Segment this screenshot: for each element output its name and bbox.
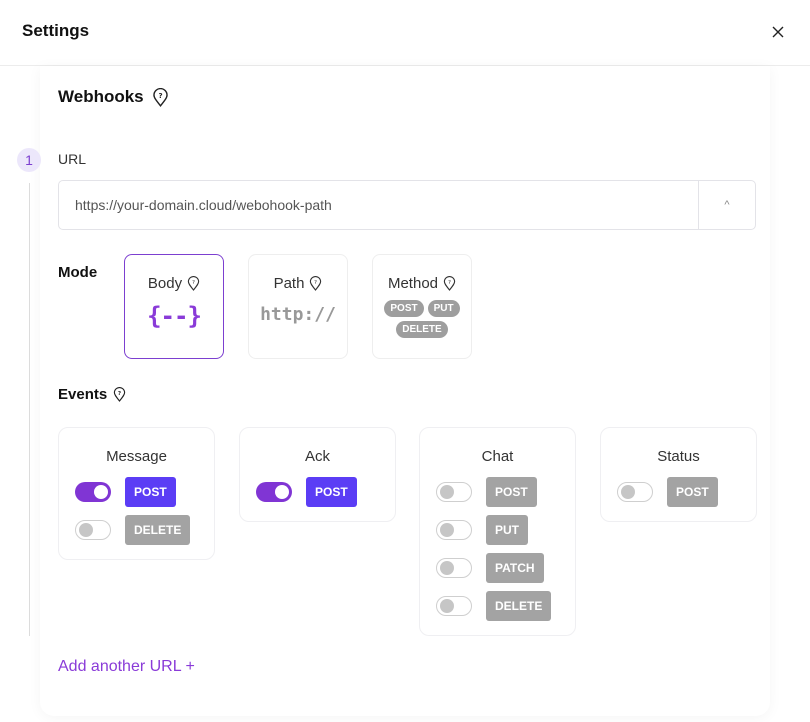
- path-http-icon: http://: [260, 304, 336, 325]
- event-toggle[interactable]: [75, 482, 111, 502]
- step-connector-line: [29, 183, 30, 636]
- event-group-title: Status: [657, 448, 700, 465]
- webhooks-heading: Webhooks ?: [58, 87, 169, 107]
- events-label: Events: [58, 386, 108, 403]
- svg-text:?: ?: [192, 280, 195, 286]
- help-pin-icon[interactable]: ?: [187, 276, 200, 291]
- event-method-row: POST: [59, 477, 214, 507]
- events-heading: Events ?: [58, 386, 126, 403]
- event-group-title: Message: [106, 448, 167, 465]
- event-group-title: Chat: [481, 448, 514, 465]
- event-group-message: Message POST DELETE: [58, 427, 215, 560]
- method-badge[interactable]: POST: [667, 477, 718, 507]
- svg-text:?: ?: [158, 91, 162, 100]
- event-group-ack: Ack POST: [239, 427, 396, 522]
- event-method-row: POST: [240, 477, 395, 507]
- method-badge[interactable]: POST: [486, 477, 537, 507]
- event-toggle[interactable]: [436, 558, 472, 578]
- webhooks-panel: [40, 66, 770, 716]
- svg-text:?: ?: [448, 280, 451, 286]
- event-group-title: Ack: [304, 448, 330, 465]
- chevron-up-icon: ^: [724, 199, 730, 211]
- close-icon: [772, 26, 784, 38]
- help-pin-icon[interactable]: ?: [309, 276, 322, 291]
- method-badge[interactable]: PATCH: [486, 553, 544, 583]
- mode-option-body[interactable]: Body ? {--}: [124, 254, 224, 359]
- method-pill: DELETE: [396, 321, 448, 338]
- event-toggle[interactable]: [436, 520, 472, 540]
- method-badge[interactable]: POST: [306, 477, 357, 507]
- method-badge[interactable]: DELETE: [486, 591, 552, 621]
- method-pill: PUT: [427, 300, 460, 317]
- svg-text:?: ?: [314, 280, 317, 286]
- event-toggle[interactable]: [617, 482, 653, 502]
- method-pill: POST: [384, 300, 424, 317]
- method-badge[interactable]: PUT: [486, 515, 528, 545]
- event-group-chat: Chat POST PUT PATCH DELETE: [419, 427, 576, 636]
- step-number-badge: 1: [17, 148, 41, 172]
- mode-label: Mode: [58, 264, 98, 281]
- event-method-row: DELETE: [420, 591, 575, 621]
- event-method-row: PUT: [420, 515, 575, 545]
- method-badge[interactable]: DELETE: [125, 515, 191, 545]
- url-field: ^: [58, 180, 756, 230]
- url-label: URL: [58, 151, 87, 167]
- page-title: Settings: [22, 21, 90, 40]
- event-method-row: PATCH: [420, 553, 575, 583]
- mode-option-title: Path: [273, 275, 305, 292]
- settings-header: Settings: [0, 0, 810, 66]
- mode-option-title: Body: [147, 275, 183, 292]
- help-pin-icon[interactable]: ?: [443, 276, 456, 291]
- event-method-row: DELETE: [59, 515, 214, 545]
- body-braces-icon: {--}: [147, 302, 202, 330]
- svg-text:?: ?: [118, 391, 121, 397]
- method-badge[interactable]: POST: [125, 477, 176, 507]
- url-input[interactable]: [59, 181, 698, 229]
- event-toggle[interactable]: [436, 482, 472, 502]
- url-collapse-button[interactable]: ^: [698, 181, 755, 229]
- webhooks-title: Webhooks: [58, 87, 144, 106]
- event-toggle[interactable]: [256, 482, 292, 502]
- event-group-status: Status POST: [600, 427, 757, 522]
- mode-option-title: Method: [387, 275, 439, 292]
- help-pin-icon[interactable]: ?: [152, 87, 169, 107]
- close-button[interactable]: [768, 22, 788, 42]
- mode-option-path[interactable]: Path ? http://: [248, 254, 348, 359]
- event-toggle[interactable]: [75, 520, 111, 540]
- event-method-row: POST: [601, 477, 756, 507]
- event-method-row: POST: [420, 477, 575, 507]
- mode-option-method[interactable]: Method ? POST PUT DELETE: [372, 254, 472, 359]
- add-another-url-link[interactable]: Add another URL +: [58, 658, 195, 676]
- event-toggle[interactable]: [436, 596, 472, 616]
- help-pin-icon[interactable]: ?: [113, 387, 126, 402]
